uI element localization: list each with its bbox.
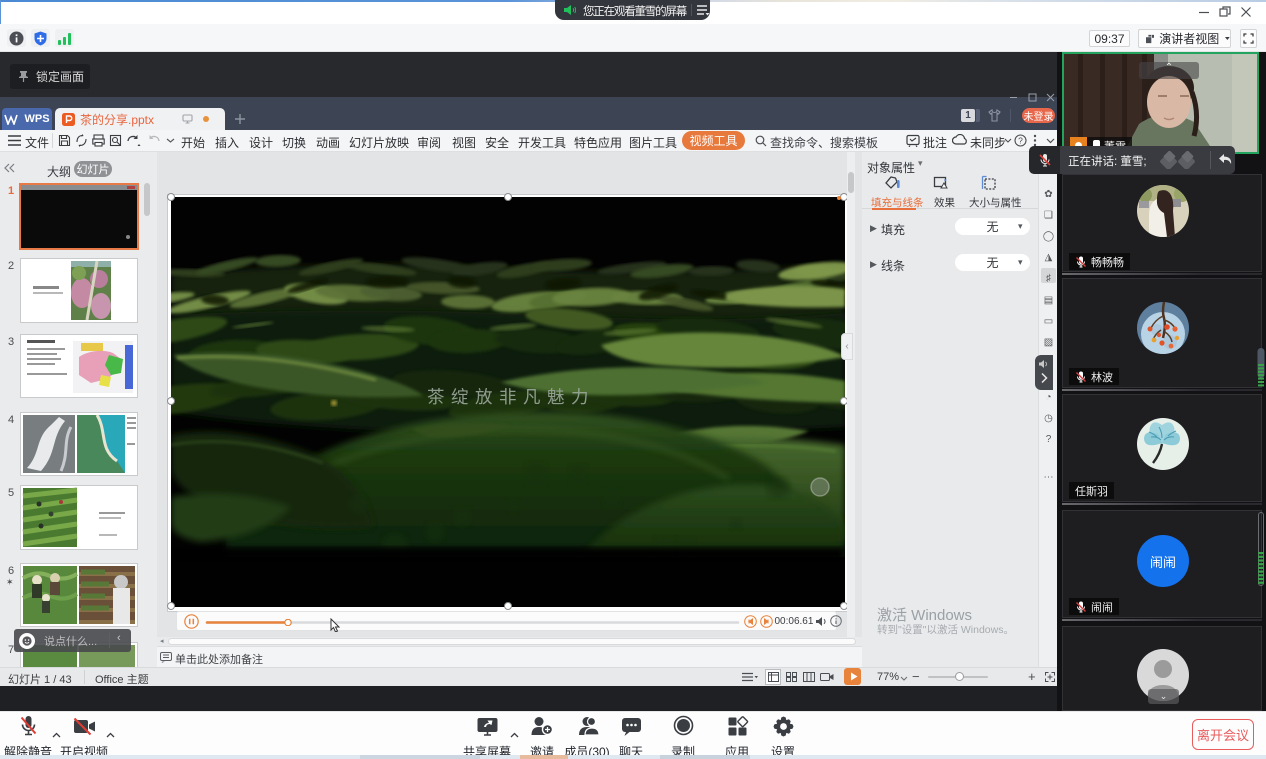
svg-text:?: ? [1018,135,1023,145]
svg-text:茶绽放非凡魅力: 茶绽放非凡魅力 [427,387,595,407]
